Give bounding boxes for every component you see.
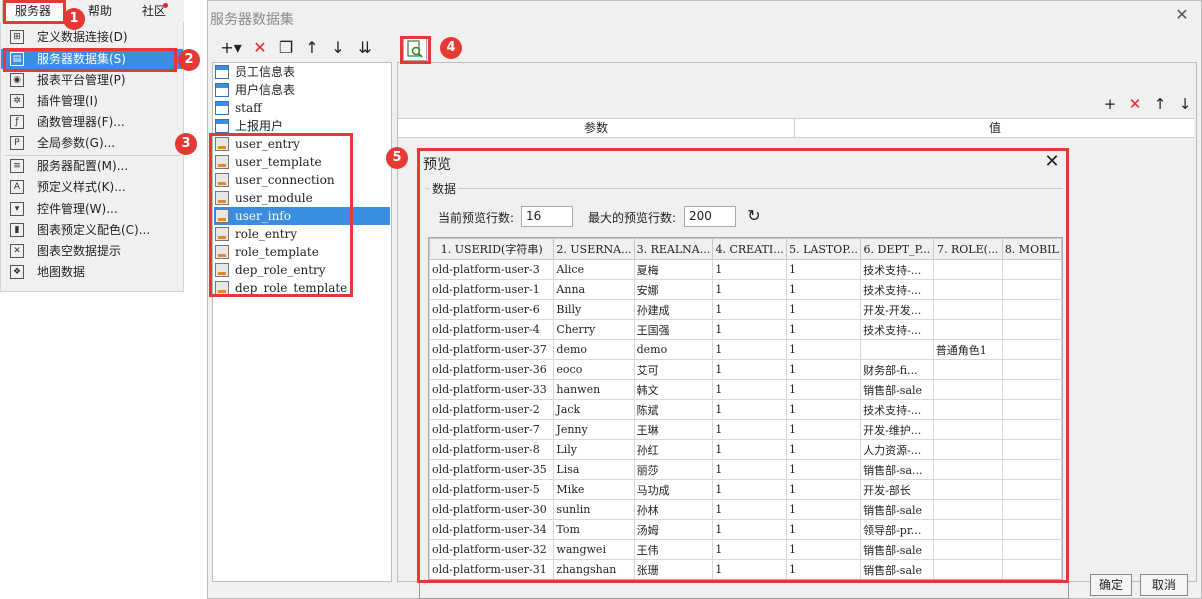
callout-badge-5: 5	[386, 147, 408, 169]
menu-item-server-config[interactable]: ≡ 服务器配置(M)...	[1, 156, 183, 176]
add-dataset-button[interactable]: +▾	[218, 36, 244, 60]
menu-item-chart-color[interactable]: ▮ 图表预定义配色(C)...	[1, 220, 183, 240]
ok-button[interactable]: 确定	[1090, 574, 1132, 596]
close-icon[interactable]: ✕	[1172, 5, 1192, 25]
menu-item-chart-empty-data[interactable]: ✕ 图表空数据提示	[1, 241, 183, 261]
menu-item-label: 控件管理(W)...	[37, 202, 118, 216]
sort-icon[interactable]: ⇊	[354, 36, 376, 60]
value-column-header: 值	[988, 121, 1001, 135]
data-connection-icon: ⊞	[10, 30, 24, 44]
dialog-title: 服务器数据集	[210, 12, 294, 28]
menu-item-define-connection[interactable]: ⊞ 定义数据连接(D)	[1, 27, 183, 47]
callout-box-2	[3, 48, 177, 72]
add-param-icon[interactable]: +	[1101, 95, 1119, 113]
tree-item[interactable]: staff	[214, 99, 390, 117]
menu-help[interactable]: 帮助	[80, 0, 120, 22]
platform-user-icon: ◉	[10, 73, 24, 87]
table-icon	[215, 65, 229, 79]
callout-badge-1: 1	[63, 8, 85, 30]
copy-icon[interactable]: ❐	[276, 36, 296, 60]
table-icon	[215, 83, 229, 97]
menu-item-widget-management[interactable]: ▾ 控件管理(W)...	[1, 199, 183, 219]
table-icon	[215, 101, 229, 115]
menu-item-label: 插件管理(I)	[37, 94, 98, 108]
tree-item[interactable]: 用户信息表	[214, 81, 390, 99]
menu-item-predefined-style[interactable]: A 预定义样式(K)...	[1, 177, 183, 197]
menu-item-function-manager[interactable]: ƒ 函数管理器(F)...	[1, 112, 183, 132]
menu-community[interactable]: 社区	[130, 0, 178, 22]
tree-item[interactable]: 员工信息表	[214, 63, 390, 81]
table-icon	[215, 119, 229, 133]
cancel-button[interactable]: 取消	[1140, 574, 1188, 596]
menu-item-label: 地图数据	[37, 265, 86, 279]
callout-badge-2: 2	[178, 49, 200, 71]
menu-item-global-parameter[interactable]: P 全局参数(G)...	[1, 133, 183, 153]
parameter-icon: P	[10, 136, 24, 150]
menu-item-label: 服务器配置(M)...	[37, 159, 129, 173]
menu-item-label: 图表预定义配色(C)...	[37, 223, 151, 237]
delete-param-icon[interactable]: ✕	[1126, 95, 1144, 113]
param-up-icon[interactable]: ↑	[1151, 95, 1169, 113]
menu-item-label: 预定义样式(K)...	[37, 180, 126, 194]
server-config-icon: ≡	[10, 159, 24, 173]
callout-box-4	[400, 36, 431, 64]
callout-badge-4: 4	[440, 37, 462, 59]
notification-dot	[163, 3, 168, 8]
widget-icon: ▾	[10, 202, 24, 216]
callout-box-3	[209, 133, 353, 297]
move-up-icon[interactable]: ↑	[302, 36, 322, 60]
menu-item-plugin-management[interactable]: ✲ 插件管理(I)	[1, 91, 183, 111]
menu-item-label: 函数管理器(F)...	[37, 115, 125, 129]
param-down-icon[interactable]: ↓	[1176, 95, 1194, 113]
delete-icon[interactable]: ✕	[250, 36, 270, 60]
callout-badge-3: 3	[175, 133, 197, 155]
style-icon: A	[10, 180, 24, 194]
plugin-icon: ✲	[10, 94, 24, 108]
map-data-icon: ❖	[10, 265, 24, 279]
function-icon: ƒ	[10, 115, 24, 129]
param-column-header: 参数	[398, 119, 795, 137]
move-down-icon[interactable]: ↓	[328, 36, 348, 60]
callout-box-5	[417, 148, 1069, 583]
menu-item-label: 定义数据连接(D)	[37, 30, 128, 44]
chart-empty-icon: ✕	[10, 244, 24, 258]
menu-item-label: 报表平台管理(P)	[37, 73, 126, 87]
callout-box-1	[3, 0, 66, 24]
dataset-toolbar: +▾ ✕ ❐ ↑ ↓ ⇊	[212, 36, 392, 62]
menu-item-platform-management[interactable]: ◉ 报表平台管理(P)	[1, 70, 183, 90]
menu-item-map-data[interactable]: ❖ 地图数据	[1, 262, 183, 282]
menu-item-label: 图表空数据提示	[37, 244, 122, 258]
menu-item-label: 全局参数(G)...	[37, 136, 116, 150]
chart-color-icon: ▮	[10, 223, 24, 237]
